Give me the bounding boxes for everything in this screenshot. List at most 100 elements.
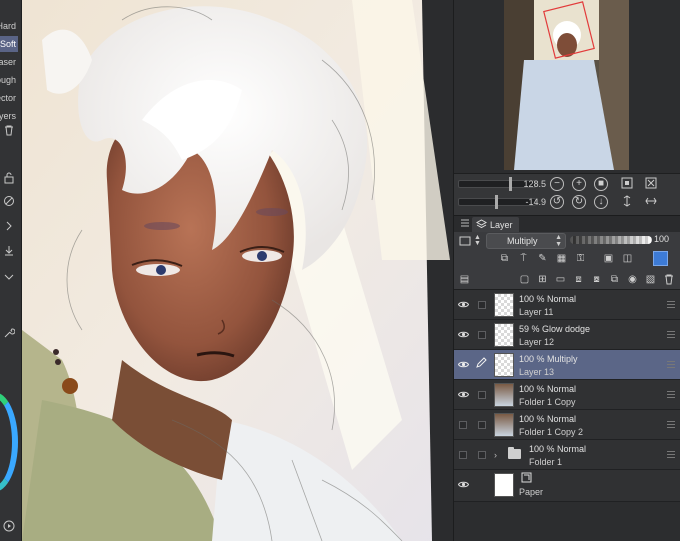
ruler-icon[interactable]: ◫ [621,252,634,265]
layer-thumbnail [494,383,514,407]
layer-color-arrows-icon[interactable]: ▲ ▼ [471,234,484,248]
fit-icon[interactable]: ■ [594,177,608,191]
subtool-rough[interactable]: Rough [0,72,18,88]
layer-row-folder-1-copy[interactable]: 100 % Normal Folder 1 Copy [454,380,680,410]
new-folder-icon[interactable]: ▭ [554,273,567,286]
tab-layer-label: Layer [490,220,513,230]
rotate-value[interactable]: -14.9 [506,197,546,207]
layer-color-icon[interactable] [458,235,471,248]
blend-mode-select[interactable]: Multiply ▲ ▼ [486,233,566,249]
eye-icon[interactable] [458,329,469,340]
layer-name: Layer 13 [519,367,555,377]
navigator-panel [454,0,680,173]
drag-handle-icon[interactable] [667,361,675,368]
layer-panel-header: Layer [454,215,680,233]
visibility-checkbox[interactable] [459,451,467,459]
layer-row-folder-1[interactable]: › 100 % Normal Folder 1 [454,440,680,470]
layer-mode: 100 % Normal [529,444,587,454]
rotate-left-icon[interactable]: ↺ [550,195,564,209]
color-wheel[interactable] [0,392,18,492]
lock-layer-icon[interactable]: ⚿ [574,252,587,265]
eye-icon[interactable] [458,479,469,490]
rotate-right-icon[interactable]: ↻ [572,195,586,209]
duplicate-icon[interactable]: ⧉ [608,273,621,286]
drag-handle-icon[interactable] [667,451,675,458]
opacity-slider[interactable] [570,236,652,244]
delete-layer-icon[interactable] [662,273,675,286]
layer-row-paper[interactable]: Paper [454,470,680,502]
layer-mode: 100 % Normal [519,384,577,394]
layer-checkbox[interactable] [478,301,486,309]
layer-checkbox[interactable] [478,331,486,339]
layer-checkbox[interactable] [478,391,486,399]
layer-name: Folder 1 [529,457,563,467]
subtool-hard[interactable]: Hard [0,18,18,34]
layer-settings-icon[interactable]: ▤ [458,273,471,286]
download-icon[interactable] [2,245,16,259]
eye-icon[interactable] [458,299,469,310]
drag-handle-icon[interactable] [667,391,675,398]
layer-row-folder-1-copy-2[interactable]: 100 % Normal Folder 1 Copy 2 [454,410,680,440]
mask-icon[interactable]: ▣ [602,252,615,265]
right-panel: 128.5 − + ■ -14.9 ↺ ↻ ↓ Layer ▲ ▼ Multip… [453,0,680,541]
layer-color-swatch-icon[interactable] [653,251,668,266]
opacity-value[interactable]: 100 [654,234,669,244]
wrench-icon[interactable] [2,327,16,341]
add-mask-icon[interactable]: ◉ [626,273,639,286]
layer-row-layer-13[interactable]: 100 % Multiply Layer 13 [454,350,680,380]
layer-row-layer-11[interactable]: 100 % Normal Layer 11 [454,290,680,320]
layer-thumbnail [494,473,514,497]
layer-row-layer-12[interactable]: 59 % Glow dodge Layer 12 [454,320,680,350]
lock-transparency-icon[interactable]: ▦ [555,252,568,265]
chevron-down-icon[interactable] [2,271,16,285]
eye-icon[interactable] [458,359,469,370]
drag-handle-icon[interactable] [667,421,675,428]
clip-studio-window: Hard Soft Eraser Rough Vector Layers [0,0,680,541]
subtool-layers[interactable]: Layers [0,108,18,124]
navigator-controls: 128.5 − + ■ -14.9 ↺ ↻ ↓ [454,173,680,215]
fullscreen-icon[interactable] [644,177,658,191]
transfer-down-icon[interactable]: ⧈ [572,273,585,286]
subtool-eraser[interactable]: Eraser [0,54,18,70]
lock-icon[interactable] [2,172,16,186]
artwork-canvas[interactable] [22,0,450,541]
subtool-soft[interactable]: Soft [0,36,18,52]
flip-vertical-icon[interactable] [620,195,634,209]
layer-list: 100 % Normal Layer 11 59 % Glow dodge La… [454,290,680,541]
merge-down-icon[interactable]: ⧇ [590,273,603,286]
canvas-area[interactable] [22,0,450,541]
tool-strip: Hard Soft Eraser Rough Vector Layers [0,0,22,541]
layer-checkbox[interactable] [478,421,486,429]
trash-icon[interactable] [2,124,16,138]
zoom-in-icon[interactable]: + [572,177,586,191]
menu-icon[interactable] [458,218,472,232]
zoom-out-icon[interactable]: − [550,177,564,191]
flip-horizontal-icon[interactable] [644,195,658,209]
layer-name: Layer 11 [519,307,554,317]
navigator-preview[interactable] [504,0,629,170]
subtool-vector[interactable]: Vector [0,90,18,106]
chevron-right-icon[interactable]: › [494,450,497,460]
no-entry-icon[interactable] [2,195,16,209]
chevron-right-icon[interactable] [2,220,16,234]
new-raster-layer-icon[interactable]: ▢ [518,273,531,286]
layer-name: Folder 1 Copy [519,397,576,407]
drag-handle-icon[interactable] [667,301,675,308]
draft-icon[interactable]: ✎ [536,252,549,265]
tab-layer[interactable]: Layer [472,217,519,233]
new-vector-layer-icon[interactable]: ⊞ [536,273,549,286]
reset-rotate-icon[interactable]: ↓ [594,195,608,209]
visibility-checkbox[interactable] [459,421,467,429]
drag-handle-icon[interactable] [667,331,675,338]
eye-icon[interactable] [458,389,469,400]
clip-icon[interactable]: ⧉ [498,252,511,265]
zoom-value[interactable]: 128.5 [506,179,546,189]
play-icon[interactable] [2,520,16,534]
layer-thumbnail [494,323,514,347]
layer-checkbox[interactable] [478,451,486,459]
reference-icon[interactable]: ⍑ [517,252,530,265]
select-arrows-icon: ▲ ▼ [555,234,562,248]
apply-mask-icon[interactable]: ▧ [644,273,657,286]
fit-window-icon[interactable] [620,177,634,191]
layer-name: Paper [519,487,544,497]
